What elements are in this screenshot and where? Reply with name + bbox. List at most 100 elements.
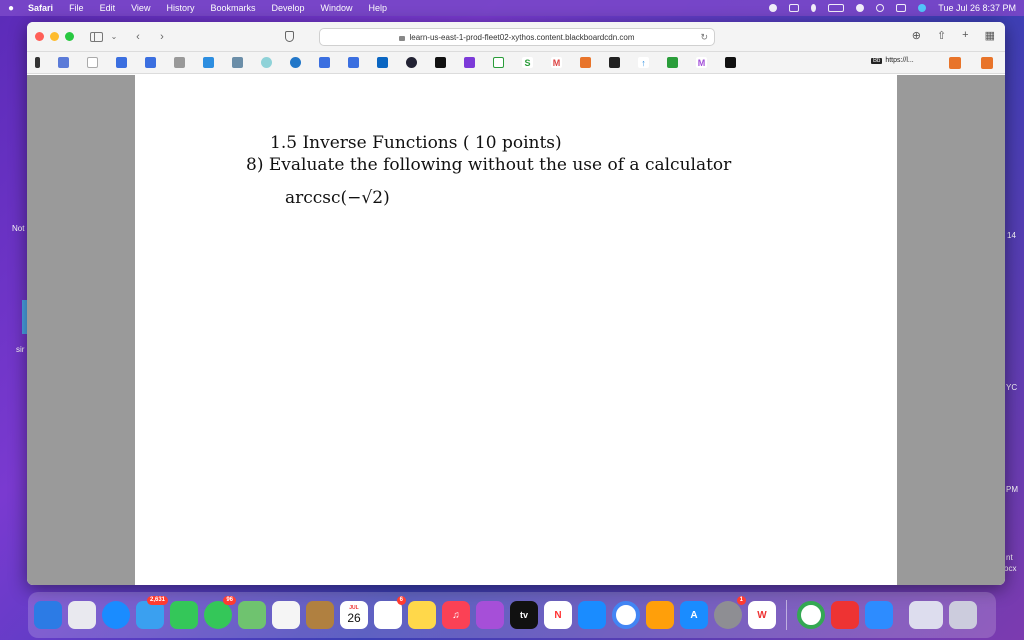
- mail-badge: 2,631: [146, 596, 168, 605]
- bookmark-icon[interactable]: [203, 57, 214, 68]
- messages-icon[interactable]: 96: [204, 596, 236, 629]
- apple-menu-icon[interactable]: ●: [8, 3, 14, 14]
- flag-icon[interactable]: [789, 4, 800, 12]
- desktop-label: 14: [1007, 231, 1016, 240]
- menu-bar: ● Safari File Edit View History Bookmark…: [0, 0, 1024, 16]
- bookmark-icon[interactable]: [949, 57, 961, 69]
- menu-file[interactable]: File: [69, 3, 84, 13]
- tv-icon[interactable]: tv: [510, 601, 538, 629]
- docs-icon[interactable]: [348, 57, 359, 68]
- menu-clock[interactable]: Tue Jul 26 8:37 PM: [938, 3, 1016, 13]
- pin-icon[interactable]: [35, 57, 40, 68]
- pdf-viewer[interactable]: 1.5 Inverse Functions ( 10 points) 8) Ev…: [27, 75, 1005, 585]
- podcasts-icon[interactable]: [476, 601, 504, 629]
- acrobat-icon[interactable]: [831, 601, 859, 629]
- bookmark-icon[interactable]: [174, 57, 185, 68]
- zoom-app-icon[interactable]: [865, 601, 893, 629]
- desktop-label: Not: [12, 224, 25, 233]
- browser-toolbar: ⌄ ‹ › learn-us-east-1-prod-fleet02-xytho…: [27, 22, 1005, 52]
- menu-app-name[interactable]: Safari: [28, 3, 53, 13]
- chevron-down-icon[interactable]: ⌄: [107, 32, 121, 41]
- status-app-icon[interactable]: [769, 4, 778, 12]
- messages-badge: 96: [223, 596, 236, 605]
- menu-history[interactable]: History: [166, 3, 194, 13]
- app-store-icon[interactable]: A: [680, 601, 708, 629]
- menu-window[interactable]: Window: [321, 3, 353, 13]
- privacy-shield-icon[interactable]: [285, 31, 294, 42]
- bookmark-icon[interactable]: [580, 57, 591, 68]
- bookmark-icon[interactable]: [667, 57, 678, 68]
- safari-icon[interactable]: [102, 601, 130, 629]
- sidebar-toggle-icon[interactable]: [90, 31, 103, 42]
- photos-icon[interactable]: [272, 601, 300, 629]
- chrome-icon[interactable]: [797, 601, 825, 629]
- launchpad-icon[interactable]: [68, 601, 96, 629]
- finder-icon[interactable]: [34, 601, 62, 629]
- spotlight-icon[interactable]: [876, 4, 885, 12]
- siri-icon[interactable]: [918, 4, 927, 12]
- address-bar[interactable]: learn-us-east-1-prod-fleet02-xythos.cont…: [319, 28, 715, 46]
- close-button[interactable]: [35, 32, 44, 41]
- bookmark-icon[interactable]: [58, 57, 69, 68]
- maps-icon[interactable]: [238, 601, 266, 629]
- bookmark-icon[interactable]: [435, 57, 446, 68]
- url-text[interactable]: learn-us-east-1-prod-fleet02-xythos.cont…: [409, 33, 634, 42]
- tab-overview-icon[interactable]: ▦: [985, 29, 995, 42]
- linkedin-icon[interactable]: [377, 57, 388, 68]
- menu-view[interactable]: View: [131, 3, 150, 13]
- wps-office-icon[interactable]: W: [748, 601, 776, 629]
- calendar-day: 26: [347, 611, 361, 625]
- music-icon[interactable]: ♫: [442, 601, 470, 629]
- bookmark-icon[interactable]: S: [522, 57, 533, 68]
- docs-icon[interactable]: [319, 57, 330, 68]
- notes-icon[interactable]: [408, 601, 436, 629]
- trash-icon[interactable]: [949, 601, 977, 629]
- bookmark-icon[interactable]: [609, 57, 620, 68]
- recent-document-icon[interactable]: [909, 601, 943, 629]
- chrome-icon[interactable]: [612, 601, 640, 629]
- menu-help[interactable]: Help: [369, 3, 388, 13]
- bookmark-icon[interactable]: [493, 57, 504, 68]
- control-center-icon[interactable]: [896, 4, 907, 12]
- contacts-icon[interactable]: [306, 601, 334, 629]
- blackboard-icon: Bb: [871, 57, 883, 64]
- gmail-icon[interactable]: M: [551, 57, 562, 68]
- battery-icon[interactable]: [828, 4, 845, 12]
- pages-icon[interactable]: [646, 601, 674, 629]
- mail-icon[interactable]: 2,631: [136, 596, 168, 629]
- zoom-button[interactable]: [65, 32, 74, 41]
- bookmark-icon[interactable]: [981, 57, 993, 69]
- menu-develop[interactable]: Develop: [271, 3, 304, 13]
- dock: 2,631 96 JUL 26 6 ♫ tv N A 1 W: [28, 592, 996, 638]
- bookmark-icon[interactable]: ↑: [638, 57, 649, 68]
- new-tab-button[interactable]: +: [962, 29, 968, 42]
- calendar-icon[interactable]: JUL 26: [340, 601, 368, 629]
- bookmark-icon[interactable]: [261, 57, 272, 68]
- bookmark-blackboard[interactable]: Bb https://l...: [871, 57, 914, 64]
- reminders-icon[interactable]: 6: [374, 596, 406, 629]
- reload-icon[interactable]: ↻: [700, 32, 708, 43]
- bookmark-icon[interactable]: [406, 57, 417, 68]
- bookmark-icon[interactable]: [290, 57, 301, 68]
- bookmark-icon[interactable]: [87, 57, 98, 68]
- docs-icon[interactable]: [145, 57, 156, 68]
- keynote-icon[interactable]: [578, 601, 606, 629]
- back-button[interactable]: ‹: [131, 31, 145, 43]
- downloads-icon[interactable]: ⊕: [912, 29, 921, 42]
- bookmark-icon[interactable]: [464, 57, 475, 68]
- docs-icon[interactable]: [116, 57, 127, 68]
- facetime-icon[interactable]: [170, 601, 198, 629]
- menu-bookmarks[interactable]: Bookmarks: [210, 3, 255, 13]
- minimize-button[interactable]: [50, 32, 59, 41]
- news-icon[interactable]: N: [544, 601, 572, 629]
- bluetooth-icon[interactable]: [811, 4, 817, 12]
- wifi-icon[interactable]: [856, 4, 865, 12]
- forward-button[interactable]: ›: [155, 31, 169, 43]
- bookmark-icon[interactable]: M: [696, 57, 707, 68]
- menu-edit[interactable]: Edit: [100, 3, 116, 13]
- bookmark-icon[interactable]: [232, 57, 243, 68]
- share-icon[interactable]: ⇧: [937, 29, 946, 42]
- notion-icon[interactable]: [725, 57, 736, 68]
- section-heading: 1.5 Inverse Functions ( 10 points): [270, 133, 562, 153]
- system-preferences-icon[interactable]: 1: [714, 596, 746, 629]
